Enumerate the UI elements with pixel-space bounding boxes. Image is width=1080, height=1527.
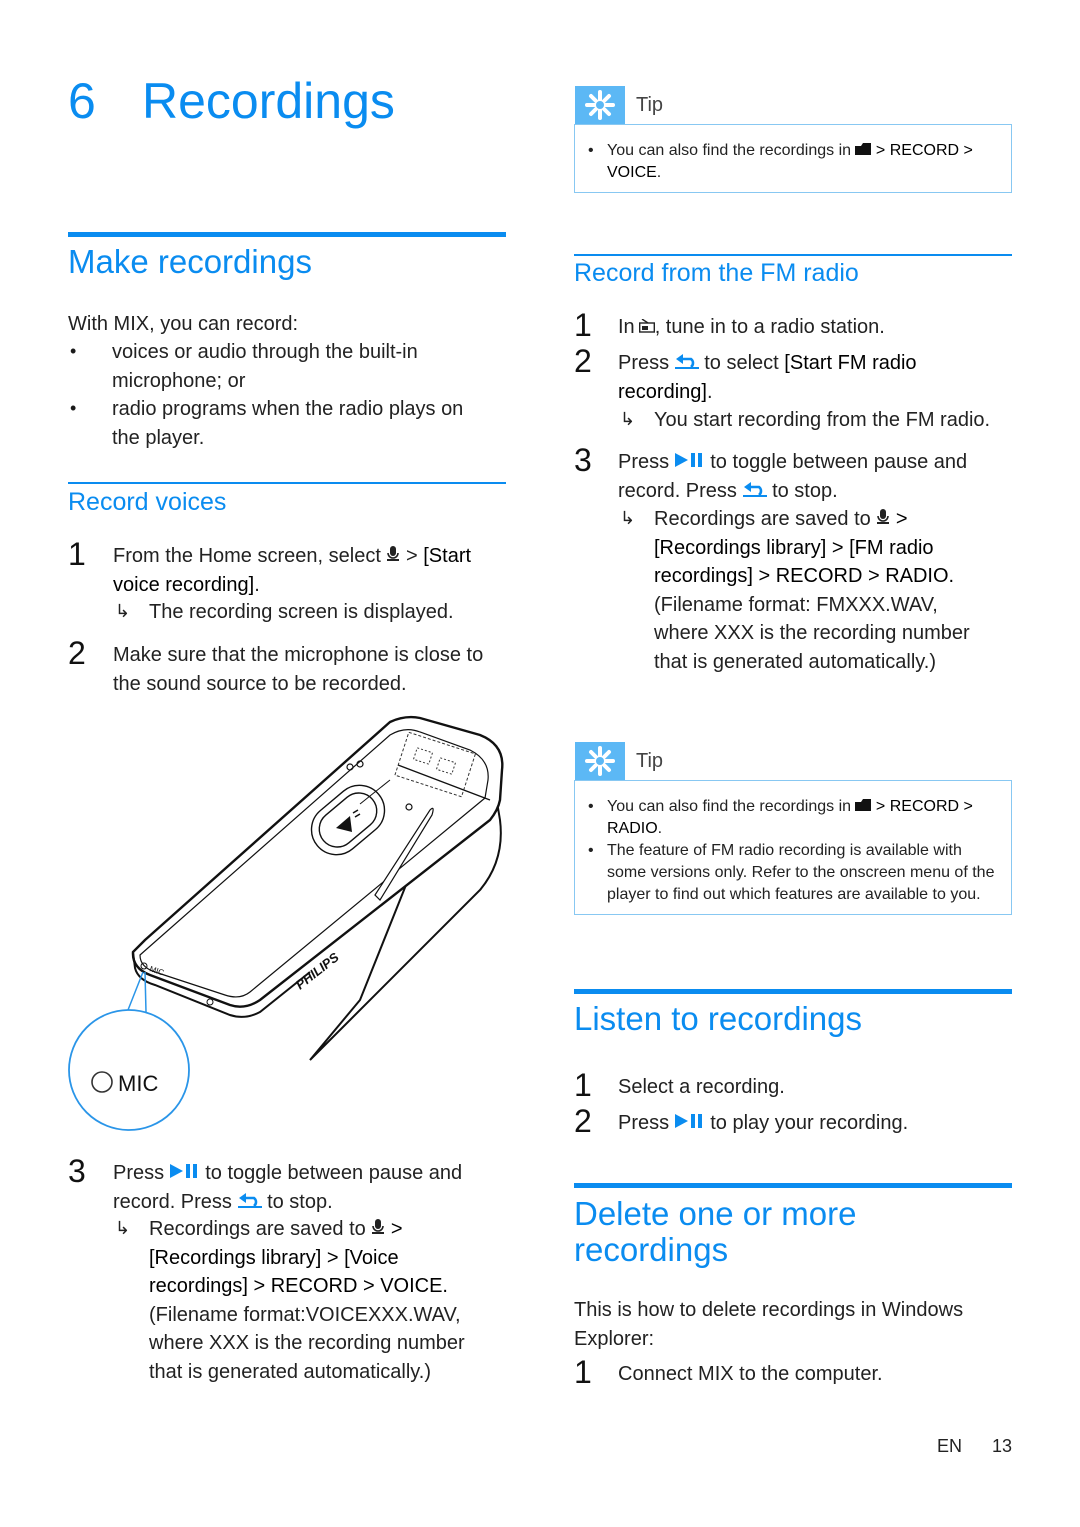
step-result: Recordings are saved to > [Recordings li… [654, 505, 984, 676]
back-icon [237, 1188, 262, 1217]
record-fm-step-1: In , tune in to a radio station. [618, 313, 1008, 342]
back-icon [742, 477, 767, 506]
section-rule [574, 989, 1012, 994]
folder-icon [855, 140, 872, 162]
delete-step-1: Connect MIX to the computer. [618, 1363, 883, 1385]
record-fm-step-3: Press to toggle between pause and record… [618, 448, 1008, 506]
punctuation: . [254, 573, 260, 596]
step-number: 1 [574, 1354, 592, 1390]
delete-intro: This is how to delete recordings in Wind… [574, 1299, 964, 1350]
step-text: to stop. [772, 479, 838, 502]
record-voices-step-2: Make sure that the microphone is close t… [113, 644, 484, 695]
result-arrow-icon: ↳ [620, 508, 636, 528]
filename-note: (Filename format: FMXXX.WAV, where XXX i… [654, 593, 970, 673]
step-text: to play your recording. [710, 1112, 909, 1134]
step-text: to stop. [267, 1190, 333, 1213]
tip-label: Tip [636, 94, 664, 116]
chapter-title: Recordings [142, 73, 395, 129]
step-number: 3 [574, 442, 592, 478]
record-fm-heading: Record from the FM radio [574, 259, 859, 287]
step-result: The recording screen is displayed. [149, 601, 454, 623]
punctuation: . [706, 380, 713, 403]
listen-step-1: Select a recording. [618, 1076, 785, 1098]
tip-item: You can also find the recordings in > RE… [607, 796, 1002, 840]
tip-text: You can also find the recordings in [607, 142, 852, 160]
asterisk-icon [585, 90, 615, 120]
section-rule [68, 232, 506, 237]
step-text: Press [113, 1162, 165, 1184]
page-number: 13 [992, 1436, 1013, 1456]
step-number: 1 [574, 1067, 592, 1103]
tip-header [575, 742, 625, 780]
record-voices-step-3: Press to toggle between pause and record… [113, 1159, 503, 1217]
bullet-dot: • [70, 398, 77, 418]
bullet-dot: • [70, 341, 77, 361]
result-text: Recordings are saved to [149, 1218, 366, 1240]
step-result: You start recording from the FM radio. [654, 409, 991, 431]
listen-heading: Listen to recordings [574, 1000, 862, 1037]
step-text: In [618, 316, 635, 338]
tip-label: Tip [636, 750, 664, 772]
step-number: 2 [68, 635, 86, 671]
record-fm-step-2: Press to select [Start FM radio recordin… [618, 349, 948, 406]
footer-language: EN [937, 1436, 963, 1456]
make-recordings-heading: Make recordings [68, 243, 312, 280]
result-arrow-icon: ↳ [115, 1218, 131, 1238]
filename-note: (Filename format:VOICEXXX.WAV, where XXX… [149, 1303, 465, 1383]
microphone-icon [386, 542, 400, 571]
tip-header [575, 86, 625, 124]
make-recordings-bullet: radio programs when the radio plays on t… [112, 398, 464, 449]
step-number: 3 [68, 1153, 86, 1189]
bullet-dot: • [588, 842, 594, 859]
record-voices-heading: Record voices [68, 488, 227, 516]
bullet-dot: • [588, 142, 594, 159]
record-voices-step-1: From the Home screen, select > [Start vo… [113, 542, 503, 599]
step-number: 1 [574, 307, 592, 343]
microphone-icon [876, 505, 890, 534]
play-pause-icon [674, 448, 705, 477]
step-number: 2 [574, 343, 592, 379]
punctuation: . [656, 164, 662, 182]
step-text: , tune in to a radio station. [654, 316, 885, 338]
subsection-rule [574, 254, 1012, 256]
play-pause-icon [674, 1109, 705, 1138]
back-icon [674, 349, 699, 378]
step-text: From the Home screen, select [113, 545, 381, 567]
step-text: to select [704, 352, 779, 374]
step-text: Press [618, 352, 670, 374]
bullet-dot: • [588, 798, 594, 815]
step-text: Press [618, 451, 670, 473]
device-illustration: PHILIPS MIC MIC [60, 710, 520, 1140]
result-arrow-icon: ↳ [620, 409, 636, 429]
result-text: Recordings are saved to [654, 508, 871, 530]
punctuation: . [657, 820, 663, 838]
separator: > [406, 545, 418, 567]
mic-callout-label: MIC [118, 1071, 158, 1096]
tip-item: The feature of FM radio recording is ava… [607, 842, 995, 903]
chapter-number: 6 [68, 73, 96, 129]
step-text: Press [618, 1112, 670, 1134]
radio-icon [638, 313, 655, 342]
make-recordings-intro: With MIX, you can record: [68, 313, 299, 335]
asterisk-icon [585, 746, 615, 776]
step-number: 2 [574, 1103, 592, 1139]
make-recordings-bullet: voices or audio through the built-in mic… [112, 341, 418, 392]
step-number: 1 [68, 536, 86, 572]
tip-text: You can also find the recordings in [607, 798, 852, 816]
section-rule [574, 1183, 1012, 1188]
folder-icon [855, 796, 872, 818]
listen-step-2: Press to play your recording. [618, 1109, 1008, 1138]
tip-item: You can also find the recordings in > RE… [607, 140, 1002, 184]
step-result: Recordings are saved to > [Recordings li… [149, 1215, 499, 1386]
delete-heading-line2: recordings [574, 1231, 729, 1268]
subsection-rule [68, 482, 506, 484]
play-pause-icon [169, 1159, 200, 1188]
microphone-icon [371, 1215, 385, 1244]
result-arrow-icon: ↳ [115, 601, 131, 621]
delete-heading-line1: Delete one or more [574, 1195, 857, 1232]
